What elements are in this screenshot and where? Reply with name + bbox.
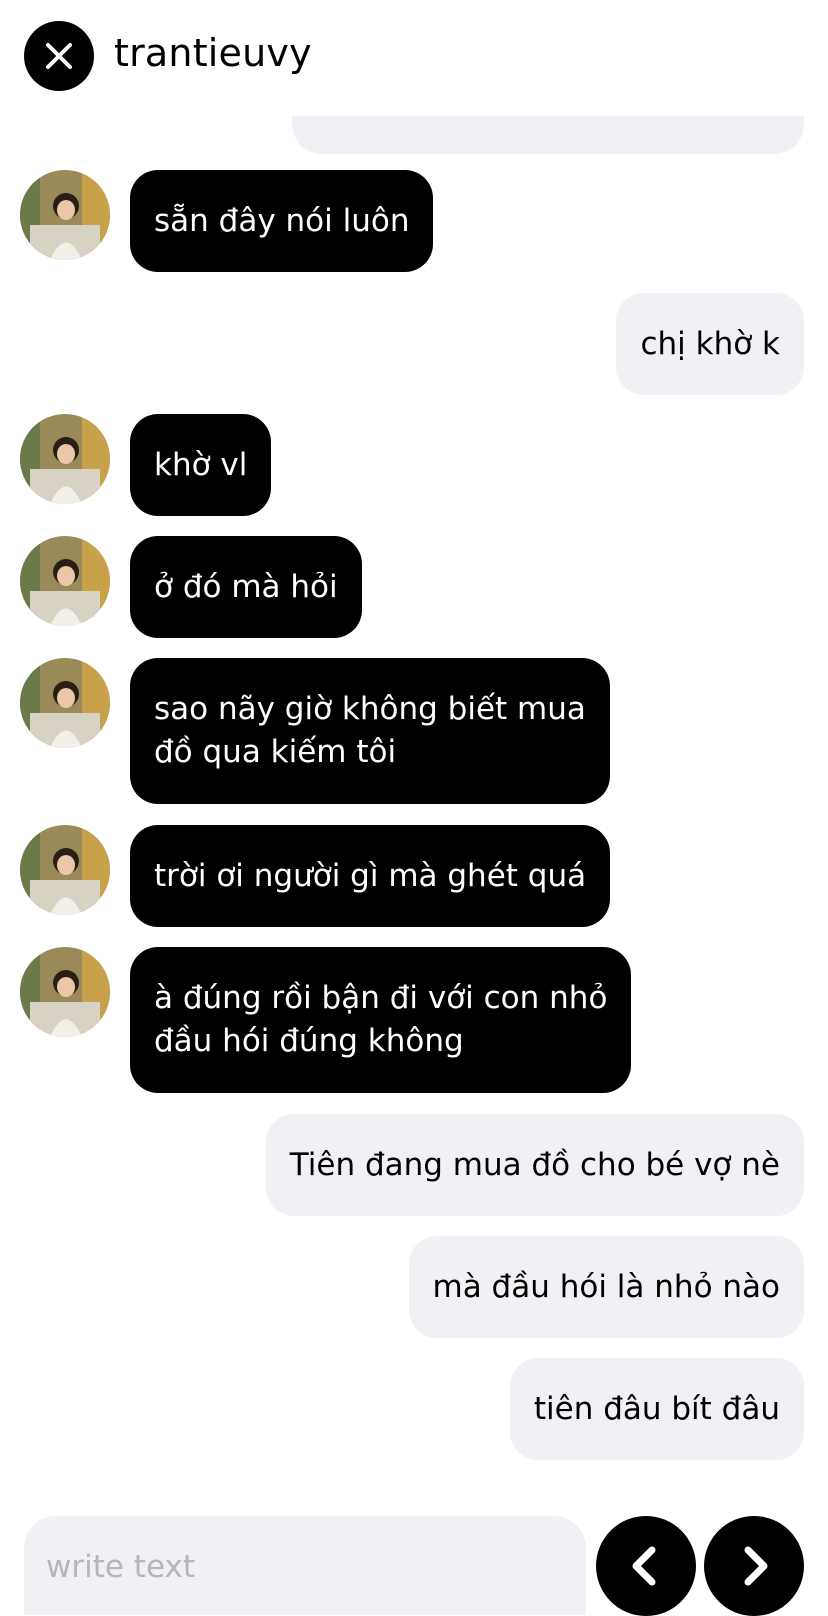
- close-button[interactable]: [24, 21, 94, 91]
- chevron-right-icon: [744, 1546, 768, 1586]
- message-bubble-outgoing[interactable]: mà đầu hói là nhỏ nào: [408, 1236, 804, 1338]
- contact-name: trantieuvy: [114, 31, 312, 75]
- message-bubble-incoming[interactable]: à đúng rồi bận đi với con nhỏ đầu hói đú…: [130, 947, 632, 1093]
- message-bubble-incoming[interactable]: trời ơi người gì mà ghét quá: [130, 825, 611, 927]
- contact-avatar[interactable]: [20, 947, 110, 1037]
- contact-avatar[interactable]: [20, 825, 110, 915]
- message-bubble-incoming[interactable]: sao nãy giờ không biết mua đồ qua kiếm t…: [130, 658, 610, 804]
- message-bubble-incoming[interactable]: khờ vl: [130, 414, 272, 516]
- message-bubble-incoming[interactable]: sẵn đây nói luôn: [130, 170, 434, 272]
- contact-avatar[interactable]: [20, 658, 110, 748]
- chevron-left-icon: [632, 1546, 656, 1586]
- message-bubble-outgoing[interactable]: Tiên đang mua đồ cho bé vợ nè: [265, 1114, 804, 1216]
- message-bubble-outgoing[interactable]: chị khờ k: [616, 293, 804, 395]
- close-icon: [46, 43, 72, 69]
- message-composer: [24, 1516, 586, 1615]
- message-input[interactable]: [44, 1544, 568, 1590]
- contact-avatar[interactable]: [20, 170, 110, 260]
- next-button[interactable]: [704, 1516, 804, 1616]
- message-bubble-outgoing[interactable]: tiên đâu bít đâu: [509, 1358, 804, 1460]
- chat-header: trantieuvy: [0, 0, 828, 116]
- previous-button[interactable]: [596, 1516, 696, 1616]
- contact-avatar[interactable]: [20, 414, 110, 504]
- contact-avatar[interactable]: [20, 536, 110, 626]
- message-bubble-incoming[interactable]: ở đó mà hỏi: [130, 536, 362, 638]
